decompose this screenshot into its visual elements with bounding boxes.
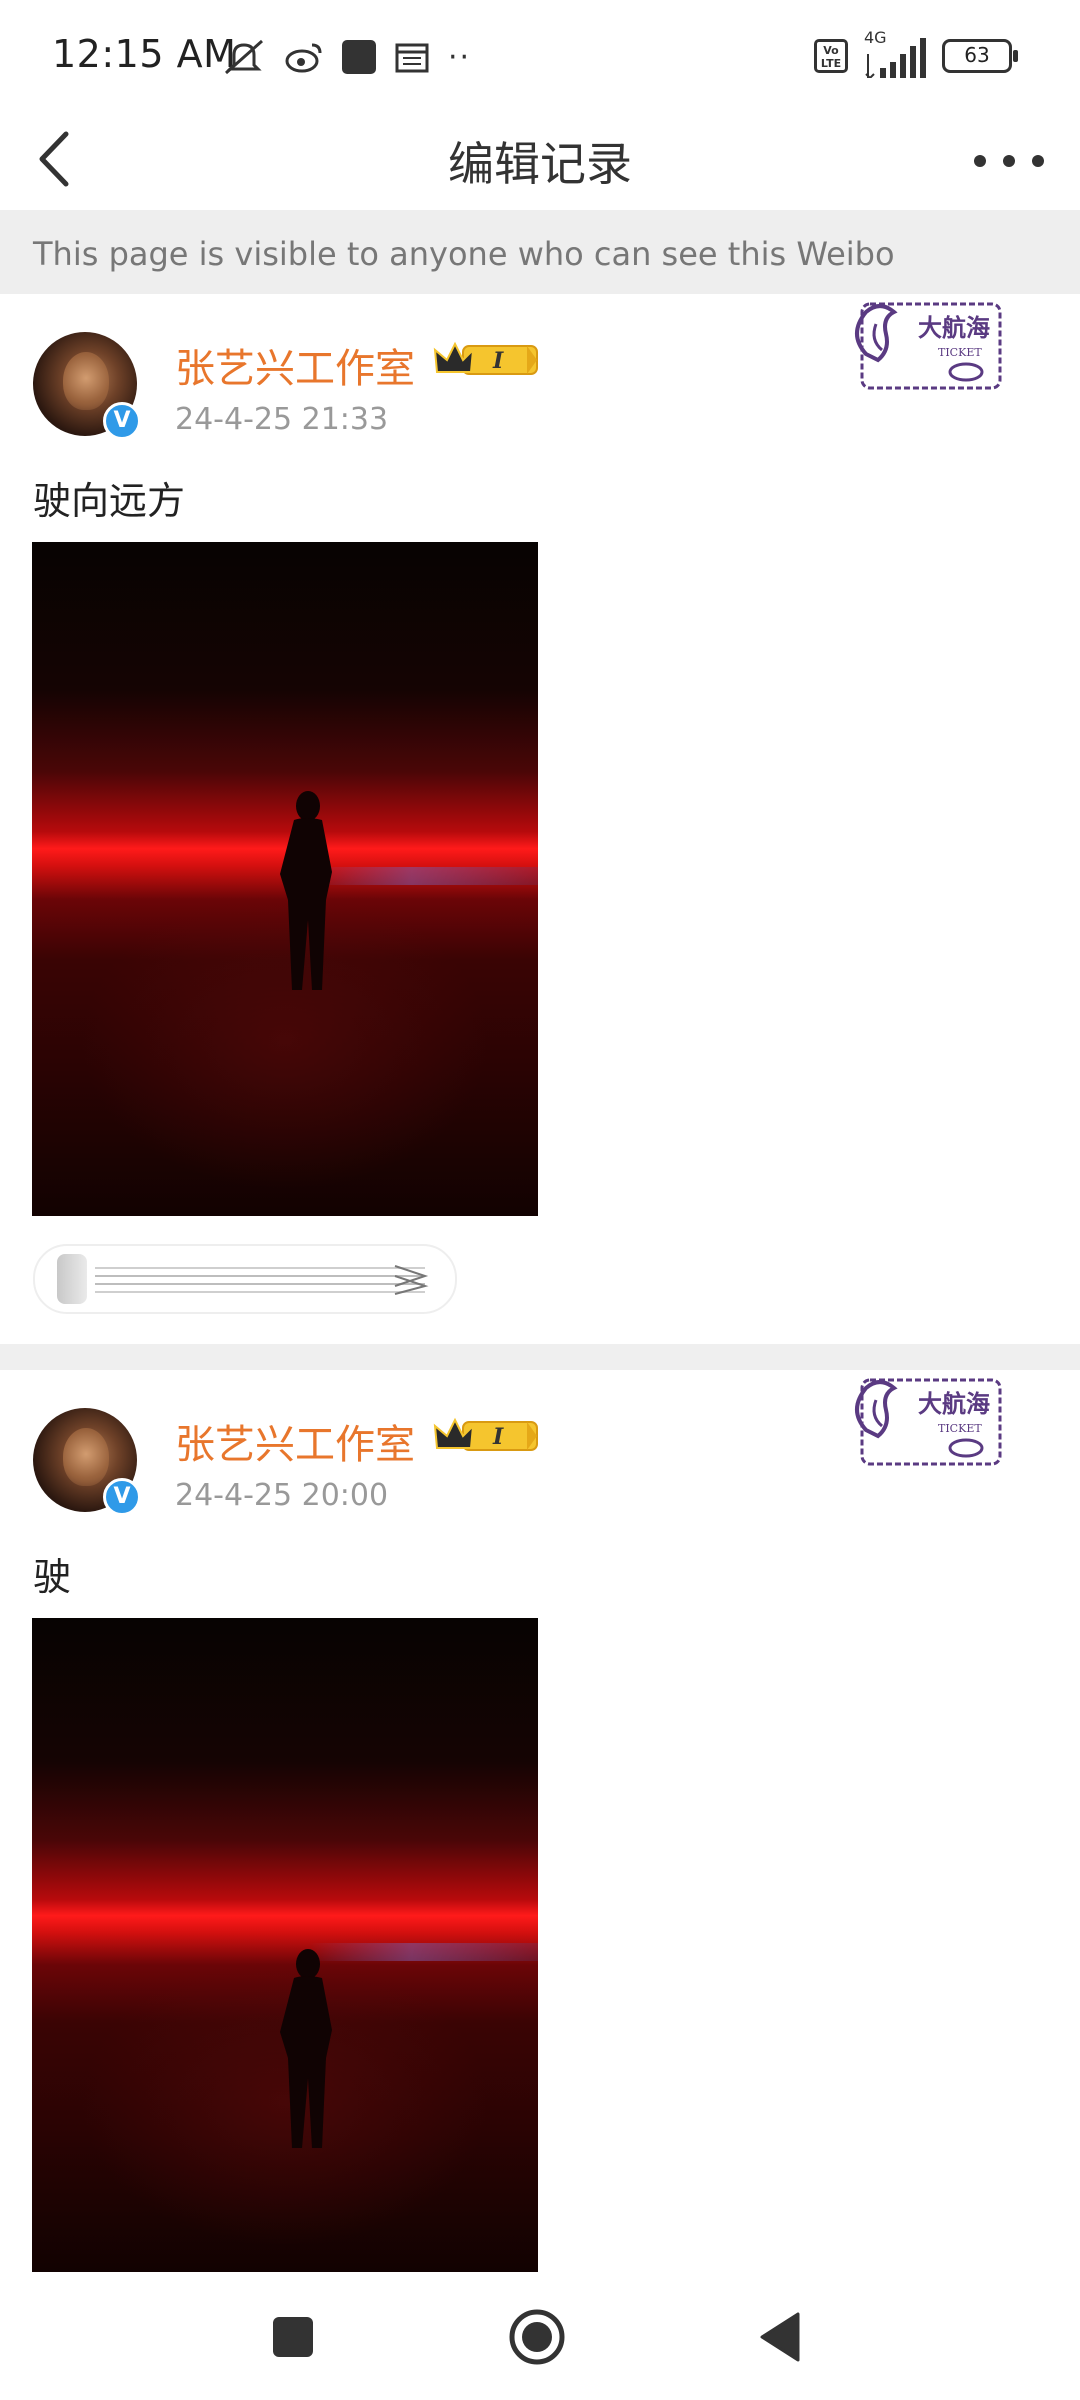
post-image[interactable]	[32, 542, 538, 1216]
home-button[interactable]	[502, 2302, 572, 2372]
media-slider-knob[interactable]	[57, 1254, 87, 1304]
silhouette-figure	[280, 791, 332, 990]
page-title: 编辑记录	[448, 137, 632, 191]
more-notifications-icon: ··	[448, 39, 472, 75]
square-icon	[273, 2317, 313, 2357]
post-timestamp: 24-4-25 21:33	[175, 402, 389, 437]
volte-icon: Vo LTE	[814, 39, 848, 73]
stamp-title: 大航海	[918, 314, 990, 342]
post-text: 驶	[33, 1555, 72, 1599]
triangle-back-icon	[760, 2312, 800, 2362]
battery-icon: 63	[942, 39, 1018, 73]
media-lines-icon	[95, 1265, 429, 1295]
back-nav-button[interactable]	[746, 2302, 816, 2372]
silhouette-figure	[280, 1949, 332, 2148]
ticket-stamp-icon: 大航海 TICKET	[855, 302, 1002, 390]
status-icons-right: Vo LTE 4G 63	[814, 28, 1018, 78]
visibility-notice: This page is visible to anyone who can s…	[0, 210, 1080, 295]
crown-level-badge-icon: I	[433, 1417, 538, 1451]
crown-level-badge-icon: I	[433, 341, 538, 375]
section-divider	[0, 1344, 1080, 1370]
level-badge-text: I	[492, 348, 504, 374]
media-progress-pill[interactable]	[33, 1244, 457, 1314]
system-navigation-bar	[0, 2272, 1080, 2400]
level-badge-text: I	[492, 1424, 504, 1450]
calendar-icon	[395, 43, 429, 73]
status-bar: 12:15 AM ·· Vo LTE 4G 63	[0, 0, 1080, 110]
avatar[interactable]: V	[33, 332, 141, 440]
status-time: 12:15 AM	[52, 32, 237, 76]
recents-button[interactable]	[258, 2302, 328, 2372]
post-text: 驶向远方	[33, 479, 186, 523]
stamp-title: 大航海	[918, 1390, 990, 1418]
more-options-button[interactable]	[974, 136, 1044, 186]
more-dot	[1032, 155, 1044, 167]
more-horizontal-icon	[974, 155, 986, 167]
verified-badge-icon: V	[103, 402, 141, 440]
username[interactable]: 张艺兴工作室	[175, 1412, 415, 1470]
post-timestamp: 24-4-25 20:00	[175, 1478, 389, 1513]
weibo-icon	[285, 43, 322, 73]
circle-home-icon	[509, 2309, 565, 2365]
top-nav-bar: 编辑记录	[0, 110, 1080, 210]
verified-badge-icon: V	[103, 1478, 141, 1516]
avatar-face	[63, 352, 109, 410]
stamp-subtitle: TICKET	[938, 346, 982, 359]
edit-record-item: V 张艺兴工作室 I 24-4-25 20:00 大航海 TICKET 驶	[0, 1370, 1080, 2272]
status-icons-left: ··	[222, 36, 471, 78]
stamp-subtitle: TICKET	[938, 1422, 982, 1435]
edit-record-item: V 张艺兴工作室 I 24-4-25 21:33 大航海 TICKET 驶向远方	[0, 294, 1080, 1344]
signal-icon: 4G	[862, 28, 928, 78]
app-square-icon	[342, 40, 376, 74]
username[interactable]: 张艺兴工作室	[175, 336, 415, 394]
visibility-notice-text: This page is visible to anyone who can s…	[33, 235, 895, 273]
avatar[interactable]: V	[33, 1408, 141, 1516]
avatar-face	[63, 1428, 109, 1486]
more-dot	[1003, 155, 1015, 167]
post-image[interactable]	[32, 1618, 538, 2272]
ticket-stamp-icon: 大航海 TICKET	[855, 1378, 1002, 1466]
mute-icon	[225, 39, 263, 75]
